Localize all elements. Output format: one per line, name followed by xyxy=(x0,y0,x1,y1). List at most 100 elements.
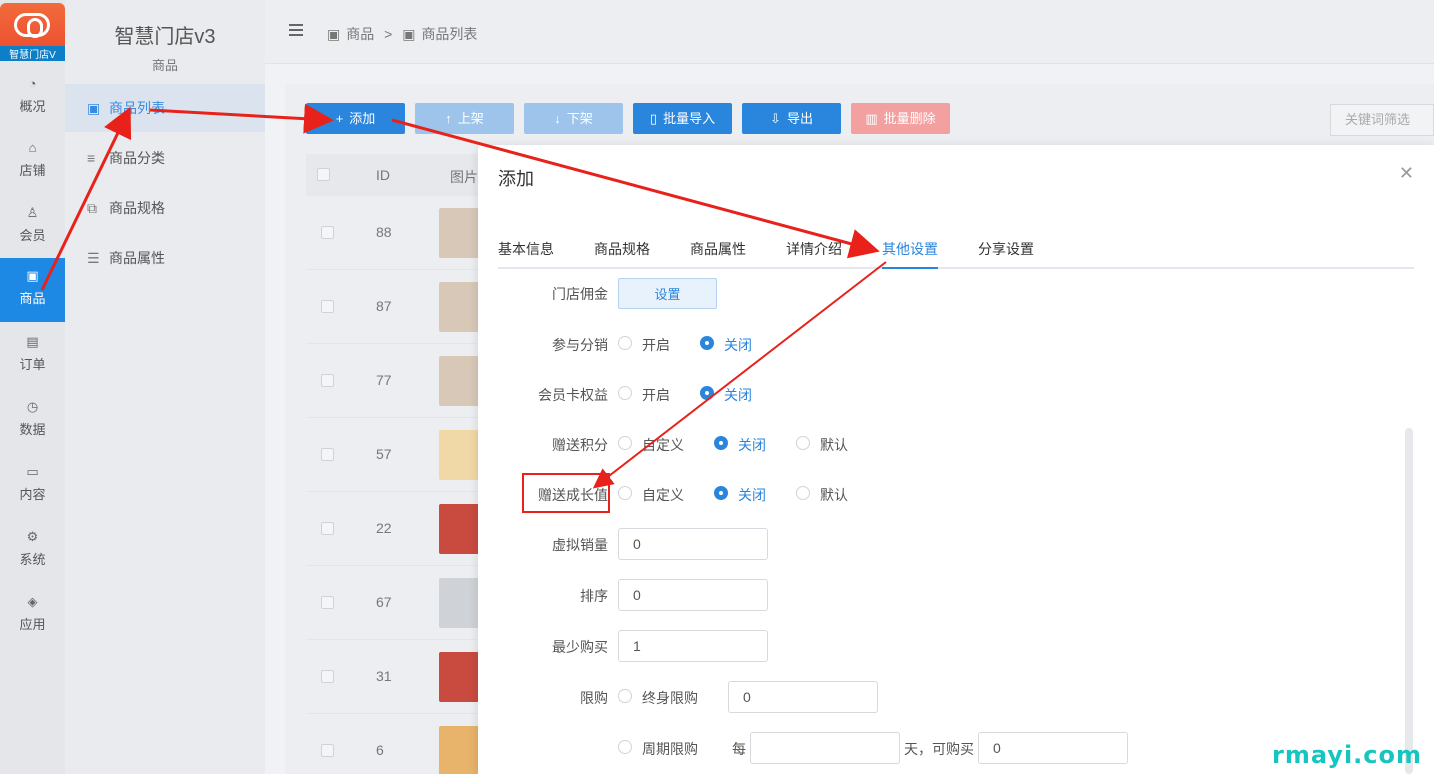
sort-input[interactable]: 0 xyxy=(618,579,768,611)
breadcrumb-root[interactable]: 商品 xyxy=(346,26,374,42)
member-card-off-radio[interactable] xyxy=(700,386,714,400)
sidebar-item-goods-list[interactable]: ▣ 商品列表 xyxy=(65,84,265,132)
min-buy-input[interactable]: 1 xyxy=(618,630,768,662)
unshelve-button[interactable]: ↓ 下架 xyxy=(524,103,623,134)
rail-item-goods[interactable]: ▣ 商品 xyxy=(0,258,65,322)
row-checkbox[interactable] xyxy=(321,226,334,239)
lifetime-limit-radio[interactable] xyxy=(618,689,632,703)
points-off-radio[interactable] xyxy=(714,436,728,450)
table-row[interactable]: 6 xyxy=(306,714,486,774)
period-days-input[interactable] xyxy=(750,732,900,764)
distribution-on-radio[interactable] xyxy=(618,336,632,350)
virtual-sales-input[interactable]: 0 xyxy=(618,528,768,560)
dialog-scrollbar[interactable] xyxy=(1405,428,1413,774)
points-default-text: 默认 xyxy=(820,437,848,453)
member-card-on-text: 开启 xyxy=(642,387,670,403)
lifetime-limit-input[interactable]: 0 xyxy=(728,681,878,713)
member-card-label: 会员卡权益 xyxy=(538,387,608,403)
row-checkbox[interactable] xyxy=(321,522,334,535)
rail-item-order[interactable]: ▤ 订单 xyxy=(0,324,65,388)
points-label: 赠送积分 xyxy=(552,437,608,453)
section-title: 商品 xyxy=(151,58,178,73)
top-bar: ▣ 商品 > ▣ 商品列表 xyxy=(265,0,1434,64)
logo-mark-icon xyxy=(14,13,50,38)
row-id: 31 xyxy=(376,668,392,684)
period-limit-input[interactable]: 0 xyxy=(978,732,1128,764)
member-card-on-radio[interactable] xyxy=(618,386,632,400)
app-title: 智慧门店v3 xyxy=(114,26,216,48)
growth-off-radio[interactable] xyxy=(714,486,728,500)
sidebar-item-goods-category[interactable]: ≡ 商品分类 xyxy=(65,134,265,182)
export-button[interactable]: ⇩ 导出 xyxy=(742,103,841,134)
row-checkbox[interactable] xyxy=(321,448,334,461)
tab-other-settings[interactable]: 其他设置 xyxy=(882,239,938,269)
table-row[interactable]: 67 xyxy=(306,566,486,640)
copy-icon: ⧉ xyxy=(87,200,97,216)
icon-rail: 智慧门店V ◔ 概况 ⌂ 店铺 ♙ 会员 ▣ 商品 ▤ 订单 ◷ 数据 ▭ 内容… xyxy=(0,0,65,774)
column-header-image: 图片 xyxy=(450,169,478,185)
points-default-radio[interactable] xyxy=(796,436,810,450)
menu-toggle-icon[interactable] xyxy=(289,24,303,36)
store-icon: ⌂ xyxy=(28,140,37,155)
points-custom-radio[interactable] xyxy=(618,436,632,450)
batch-import-button[interactable]: ▯ 批量导入 xyxy=(633,103,732,134)
tab-share-settings[interactable]: 分享设置 xyxy=(978,239,1034,269)
sidebar-item-goods-spec[interactable]: ⧉ 商品规格 xyxy=(65,184,265,232)
tab-spec[interactable]: 商品规格 xyxy=(594,239,650,269)
sliders-icon: ☰ xyxy=(87,250,100,266)
period-limit-radio[interactable] xyxy=(618,740,632,754)
breadcrumb-separator: > xyxy=(384,26,393,42)
row-checkbox[interactable] xyxy=(321,374,334,387)
box-icon: ▣ xyxy=(87,100,101,116)
rail-item-label: 店铺 xyxy=(19,163,46,178)
row-id: 87 xyxy=(376,298,392,314)
distribution-off-radio[interactable] xyxy=(700,336,714,350)
select-all-checkbox[interactable] xyxy=(317,168,330,181)
purchase-limit-label: 限购 xyxy=(580,690,608,706)
store-commission-set-button[interactable]: 设置 xyxy=(618,278,717,309)
rail-item-data[interactable]: ◷ 数据 xyxy=(0,389,65,453)
row-id: 22 xyxy=(376,520,392,536)
growth-default-radio[interactable] xyxy=(796,486,810,500)
rail-item-store[interactable]: ⌂ 店铺 xyxy=(0,130,65,194)
row-checkbox[interactable] xyxy=(321,744,334,757)
dialog-title: 添加 xyxy=(498,169,534,189)
tab-details[interactable]: 详情介绍 xyxy=(786,239,842,269)
distribution-on-text: 开启 xyxy=(642,337,670,353)
period-days-text: 天，可购买 xyxy=(904,741,974,757)
table-row[interactable]: 57 xyxy=(306,418,486,492)
tab-attributes[interactable]: 商品属性 xyxy=(690,239,746,269)
row-checkbox[interactable] xyxy=(321,300,334,313)
sidebar-item-goods-attr[interactable]: ☰ 商品属性 xyxy=(65,234,265,282)
table-row[interactable]: 77 xyxy=(306,344,486,418)
app-logo[interactable]: 智慧门店V xyxy=(0,3,65,61)
annotation-highlight-box xyxy=(522,473,610,513)
product-thumbnail xyxy=(439,208,479,258)
plus-icon: + xyxy=(335,111,344,126)
clipboard-icon: ▤ xyxy=(26,334,39,349)
close-icon[interactable]: ✕ xyxy=(1399,163,1414,184)
rail-item-label: 内容 xyxy=(19,487,46,502)
arrow-up-icon: ↑ xyxy=(445,111,452,126)
rail-item-apps[interactable]: ◈ 应用 xyxy=(0,584,65,648)
growth-custom-radio[interactable] xyxy=(618,486,632,500)
rail-item-label: 概况 xyxy=(19,99,46,114)
shelve-button[interactable]: ↑ 上架 xyxy=(415,103,514,134)
rail-item-member[interactable]: ♙ 会员 xyxy=(0,195,65,259)
row-checkbox[interactable] xyxy=(321,670,334,683)
cube-icon: ◈ xyxy=(27,594,38,609)
keyword-filter-input[interactable]: 关键词筛选 xyxy=(1330,104,1434,136)
batch-delete-button[interactable]: ▥ 批量删除 xyxy=(851,103,950,134)
table-row[interactable]: 87 xyxy=(306,270,486,344)
tab-basic-info[interactable]: 基本信息 xyxy=(498,239,554,269)
table-row[interactable]: 31 xyxy=(306,640,486,714)
table-row[interactable]: 88 xyxy=(306,196,486,270)
rail-item-overview[interactable]: ◔ 概况 xyxy=(0,66,65,130)
table-row[interactable]: 22 xyxy=(306,492,486,566)
rail-item-content[interactable]: ▭ 内容 xyxy=(0,454,65,518)
sidebar-item-label: 商品规格 xyxy=(109,200,165,216)
row-checkbox[interactable] xyxy=(321,596,334,609)
export-label: 导出 xyxy=(786,111,813,126)
rail-item-system[interactable]: ⚙ 系统 xyxy=(0,519,65,583)
add-button[interactable]: + 添加 xyxy=(306,103,405,134)
